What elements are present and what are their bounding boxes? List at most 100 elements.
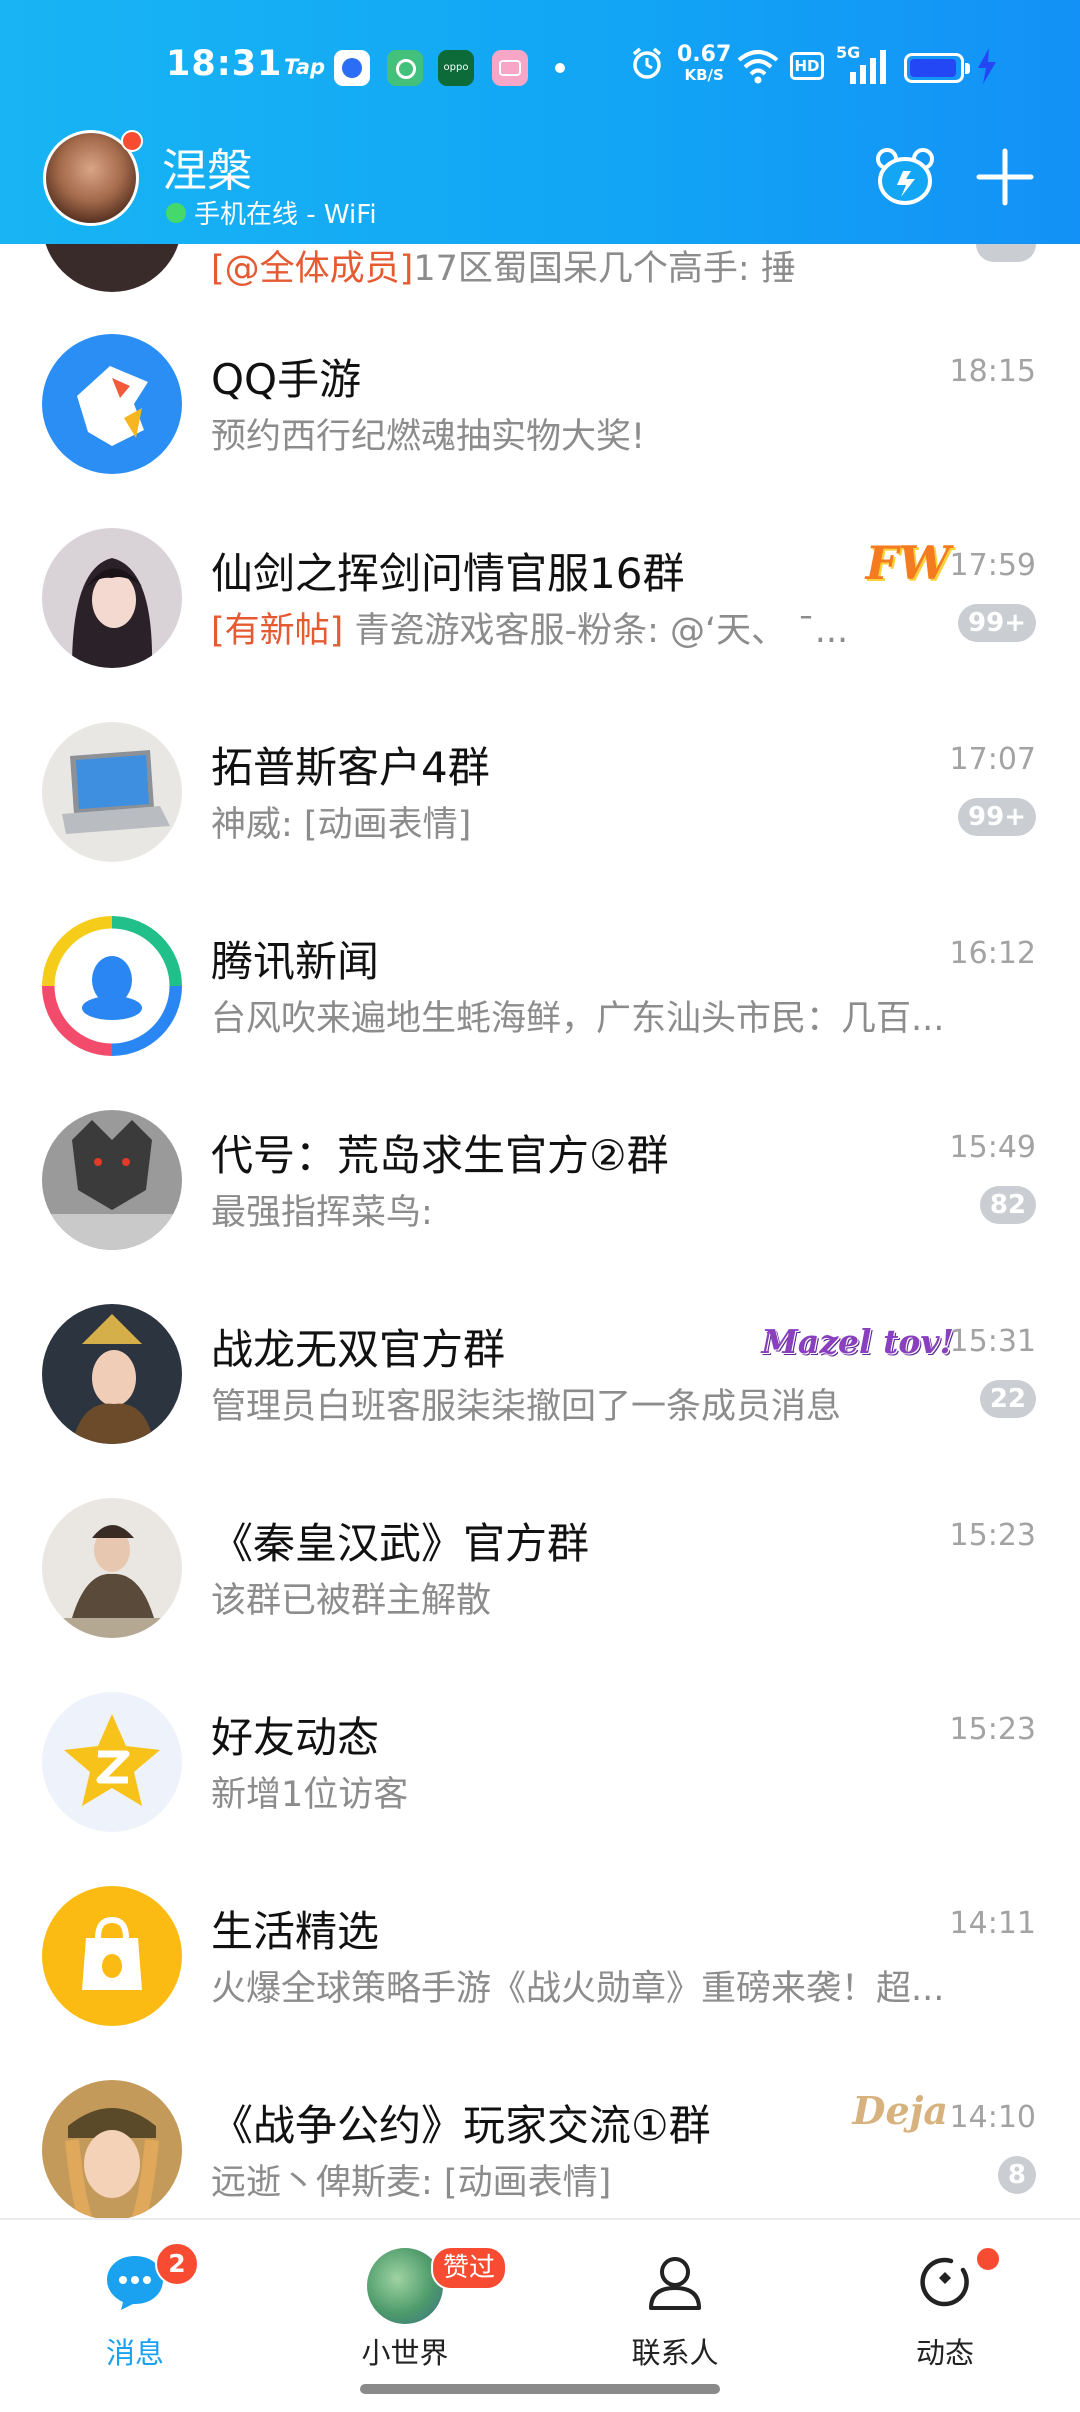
warrior-avatar-icon xyxy=(42,1304,182,1444)
unread-badge: 22 xyxy=(979,1380,1036,1418)
chat-list[interactable]: [@全体成员]17区蜀国呆几个高手: 捶 QQ手游 预约西行纪燃魂抽实物大奖! … xyxy=(0,152,1080,2234)
battery-icon xyxy=(904,53,970,83)
chat-row-life-select[interactable]: 生活精选 火爆全球策略手游《战火勋章》重磅来袭！超... 14:11 xyxy=(0,1846,1080,2040)
chat-row-war-pact-group[interactable]: 《战争公约》玩家交流①群 Deja 远逝丶俾斯麦: [动画表情] 14:10 8 xyxy=(0,2040,1080,2234)
chat-time: 17:59 xyxy=(949,548,1036,583)
qq-pet-icon[interactable] xyxy=(873,145,937,209)
tab-label: 小世界 xyxy=(361,2336,449,2370)
chat-title: 生活精选 xyxy=(211,1907,380,1956)
chat-row-survival-group[interactable]: 代号：荒岛求生官方②群 最强指挥菜鸟: 15:49 82 xyxy=(0,1070,1080,1264)
app-notification-icon xyxy=(387,50,423,86)
bottom-tab-bar: 2 消息 赞过 小世界 联系人 动态 xyxy=(0,2218,1080,2412)
chat-title: 《秦皇汉武》官方群 xyxy=(211,1519,590,1568)
status-bar: 18:31 Tap oppo 0.67 KB/S HD 5G xyxy=(0,0,1080,140)
add-plus-icon[interactable] xyxy=(975,147,1035,207)
chat-title: 好友动态 xyxy=(211,1713,380,1762)
avatar-notification-dot xyxy=(121,130,143,152)
tab-contacts[interactable]: 联系人 xyxy=(575,2234,775,2384)
chat-time: 14:11 xyxy=(949,1906,1036,1941)
battery-nub xyxy=(965,63,970,74)
moments-star-icon xyxy=(920,2257,969,2307)
chat-preview-text: 青瓷游戏客服-粉条: @‘天、 ¯... xyxy=(354,611,849,651)
chat-time: 17:07 xyxy=(949,742,1036,777)
battery-fill xyxy=(910,59,956,77)
unread-badge xyxy=(976,244,1036,262)
world-liked-badge: 赞过 xyxy=(431,2246,508,2290)
my-avatar-button[interactable] xyxy=(43,130,143,226)
chat-row-qq-games[interactable]: QQ手游 预约西行纪燃魂抽实物大奖! 18:15 xyxy=(0,294,1080,488)
home-indicator[interactable] xyxy=(360,2384,720,2394)
taptap-notification-icon: Tap xyxy=(284,55,326,79)
chat-preview: 远逝丶俾斯麦: [动画表情] xyxy=(211,2163,612,2203)
chat-time: 18:15 xyxy=(949,354,1036,389)
wifi-icon xyxy=(737,50,779,84)
network-speed-unit: KB/S xyxy=(684,66,724,84)
chat-preview: [@全体成员]17区蜀国呆几个高手: 捶 xyxy=(211,240,796,291)
messages-unread-badge: 2 xyxy=(155,2242,199,2286)
unread-badge: 8 xyxy=(997,2156,1036,2194)
tab-label: 消息 xyxy=(105,2336,164,2370)
tab-label: 动态 xyxy=(915,2336,974,2370)
group-avatar xyxy=(42,1304,182,1444)
chat-time: 16:12 xyxy=(949,936,1036,971)
chat-time: 15:23 xyxy=(949,1712,1036,1747)
laptop-icon xyxy=(42,722,182,862)
group-avatar xyxy=(42,1110,182,1250)
chat-preview: 最强指挥菜鸟: xyxy=(211,1193,433,1233)
chat-preview: 管理员白班客服柒柒撤回了一条成员消息 xyxy=(211,1387,842,1427)
chat-row-tops-group[interactable]: 拓普斯客户4群 神威: [动画表情] 17:07 99+ xyxy=(0,682,1080,876)
tab-messages[interactable]: 2 消息 xyxy=(35,2234,235,2384)
online-status[interactable]: 手机在线 - WiFi xyxy=(166,194,377,231)
online-dot-icon xyxy=(166,202,186,223)
tencent-news-logo-icon xyxy=(42,916,182,1056)
oppo-notification-icon: oppo xyxy=(438,50,474,86)
chat-preview: 新增1位访客 xyxy=(211,1775,409,1815)
nickname[interactable]: 涅槃 xyxy=(162,134,252,199)
unread-badge: 99+ xyxy=(958,798,1036,836)
status-time: 18:31 xyxy=(166,44,283,84)
group-medal-mazel: Mazel tov! xyxy=(761,1322,954,1361)
chat-time: 15:49 xyxy=(949,1130,1036,1165)
chat-title: 腾讯新闻 xyxy=(211,937,380,986)
mention-all-tag: [@全体成员] xyxy=(211,249,414,289)
more-notifications-dot xyxy=(555,63,565,73)
chat-time: 15:23 xyxy=(949,1518,1036,1553)
group-medal-fw: FW xyxy=(865,536,950,590)
group-avatar xyxy=(42,1498,182,1638)
girl-avatar-icon xyxy=(42,2080,182,2220)
general-avatar-icon xyxy=(42,1498,182,1638)
chat-preview: 神威: [动画表情] xyxy=(211,805,472,845)
chat-row-tencent-news[interactable]: 腾讯新闻 台风吹来遍地生蚝海鲜，广东汕头市民：几百... 16:12 xyxy=(0,876,1080,1070)
tab-world[interactable]: 赞过 小世界 xyxy=(305,2234,508,2384)
chat-title: 仙剑之挥剑问情官服16群 xyxy=(211,549,685,598)
chat-row-qinhuang-group[interactable]: 《秦皇汉武》官方群 该群已被群主解散 15:23 xyxy=(0,1458,1080,1652)
network-speed-value: 0.67 xyxy=(677,42,732,67)
chat-row-xianjian-group[interactable]: 仙剑之挥剑问情官服16群 FW [有新帖] 青瓷游戏客服-粉条: @‘天、 ¯.… xyxy=(0,488,1080,682)
chat-time: 15:31 xyxy=(949,1324,1036,1359)
chat-row-partial[interactable]: [@全体成员]17区蜀国呆几个高手: 捶 xyxy=(0,152,1080,294)
tab-moments[interactable]: 动态 xyxy=(845,2234,1045,2384)
chat-preview: 该群已被群主解散 xyxy=(211,1581,492,1621)
header: 18:31 Tap oppo 0.67 KB/S HD 5G 涅槃 手机在线 -… xyxy=(0,0,1080,244)
unread-badge: 82 xyxy=(979,1186,1036,1224)
chat-title: QQ手游 xyxy=(211,355,362,404)
moments-notification-dot xyxy=(975,2246,1001,2272)
alarm-icon xyxy=(632,47,662,79)
shopping-bag-icon xyxy=(42,1886,182,2026)
group-avatar xyxy=(42,2080,182,2220)
anime-swordswoman-avatar-icon xyxy=(42,528,182,668)
tab-label: 联系人 xyxy=(631,2336,719,2370)
chat-preview: 台风吹来遍地生蚝海鲜，广东汕头市民：几百... xyxy=(211,999,945,1039)
group-medal-deja: Deja xyxy=(852,2088,948,2133)
chat-title: 战龙无双官方群 xyxy=(211,1325,506,1374)
wolf-survival-avatar-icon xyxy=(42,1110,182,1250)
qq-games-logo-icon xyxy=(42,334,182,474)
signal-icon xyxy=(850,50,886,84)
chat-row-zhanlong-group[interactable]: 战龙无双官方群 Mazel tov! 管理员白班客服柒柒撤回了一条成员消息 15… xyxy=(0,1264,1080,1458)
chat-title: 代号：荒岛求生官方②群 xyxy=(211,1131,669,1180)
chat-time: 14:10 xyxy=(949,2100,1036,2135)
chat-title: 拓普斯客户4群 xyxy=(211,743,490,792)
hd-icon: HD xyxy=(790,52,824,80)
chat-row-friend-feed[interactable]: 好友动态 新增1位访客 15:23 xyxy=(0,1652,1080,1846)
chat-preview: 预约西行纪燃魂抽实物大奖! xyxy=(211,417,646,457)
